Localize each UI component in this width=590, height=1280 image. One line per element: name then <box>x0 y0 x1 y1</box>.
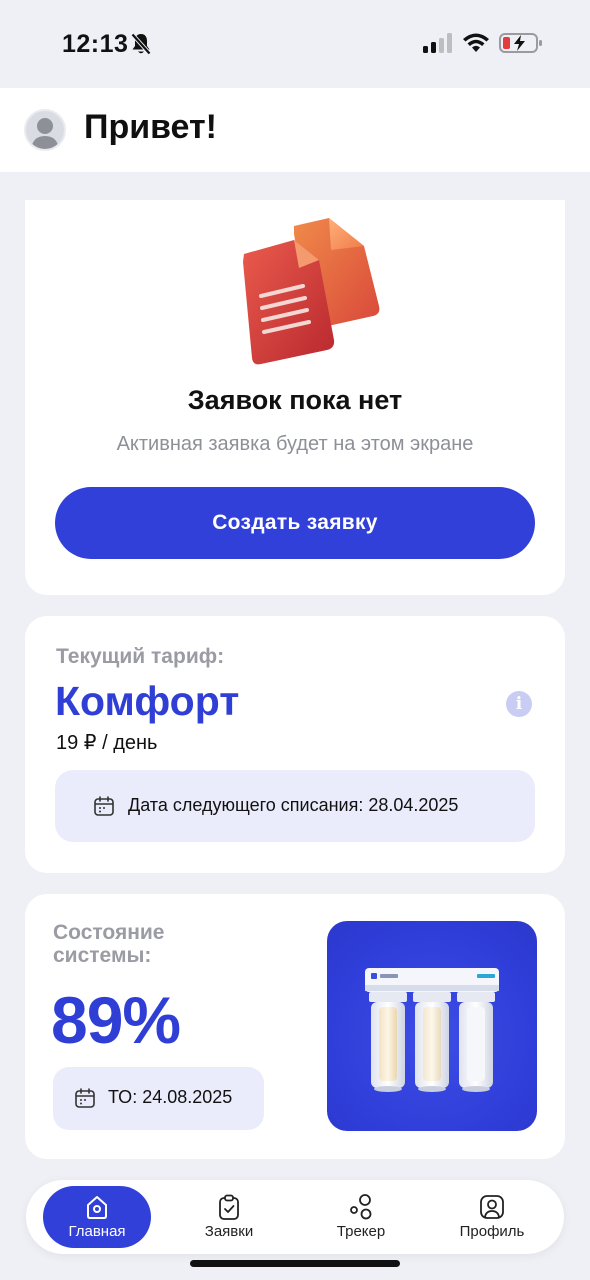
system-state-label: Состояние системы: <box>53 921 165 967</box>
tariff-card: Текущий тариф: Комфорт 19 ₽ / день i Дат… <box>25 616 565 873</box>
wifi-icon <box>463 33 489 52</box>
nav-tracker[interactable]: Трекер <box>307 1186 415 1248</box>
bubbles-icon <box>350 1194 372 1220</box>
clipboard-check-icon <box>219 1194 239 1220</box>
nav-requests[interactable]: Заявки <box>175 1186 283 1248</box>
nav-requests-label: Заявки <box>204 1223 254 1240</box>
water-filter-image[interactable] <box>327 921 537 1131</box>
info-icon[interactable]: i <box>506 691 532 717</box>
home-indicator <box>190 1260 400 1267</box>
system-state-card: Состояние системы: 89% ТО: 24.08.2025 <box>25 894 565 1159</box>
next-charge-text: Дата следующего списания: 28.04.2025 <box>128 795 459 815</box>
maintenance-date-text: ТО: 24.08.2025 <box>108 1087 233 1107</box>
tariff-label: Текущий тариф: <box>56 645 225 668</box>
user-avatar-icon[interactable] <box>24 109 66 151</box>
profile-icon <box>480 1195 504 1219</box>
app-screen: 12:13 Привет! Заявок пока нет Активная з… <box>0 0 590 1280</box>
empty-requests-title: Заявок пока нет <box>187 385 403 415</box>
tariff-price: 19 ₽ / день <box>56 732 158 754</box>
bell-muted-icon <box>130 32 152 56</box>
status-time: 12:13 <box>62 30 129 58</box>
system-state-percent: 89% <box>51 983 181 1057</box>
calendar-icon <box>94 796 114 816</box>
next-charge-panel: Дата следующего списания: 28.04.2025 <box>55 770 535 842</box>
bottom-navigation: Главная Заявки Трекер Профиль <box>26 1180 564 1254</box>
status-bar: 12:13 <box>0 0 590 88</box>
create-request-button[interactable]: Создать заявку <box>55 487 535 559</box>
home-icon <box>87 1196 107 1219</box>
empty-requests-subtitle: Активная заявка будет на этом экране <box>116 433 474 455</box>
nav-home-label: Главная <box>68 1223 126 1240</box>
nav-profile[interactable]: Профиль <box>438 1186 546 1248</box>
page-header: Привет! <box>0 88 590 172</box>
nav-tracker-label: Трекер <box>336 1223 386 1240</box>
battery-charging-icon <box>499 33 542 53</box>
cellular-signal-icon <box>423 33 452 53</box>
tariff-name: Комфорт <box>55 678 240 724</box>
nav-profile-label: Профиль <box>459 1223 525 1240</box>
documents-icon <box>243 218 380 365</box>
greeting-title: Привет! <box>84 108 217 146</box>
nav-home[interactable]: Главная <box>43 1186 151 1248</box>
maintenance-panel: ТО: 24.08.2025 <box>53 1067 264 1130</box>
requests-empty-card: Заявок пока нет Активная заявка будет на… <box>25 200 565 595</box>
calendar-icon <box>75 1088 95 1108</box>
